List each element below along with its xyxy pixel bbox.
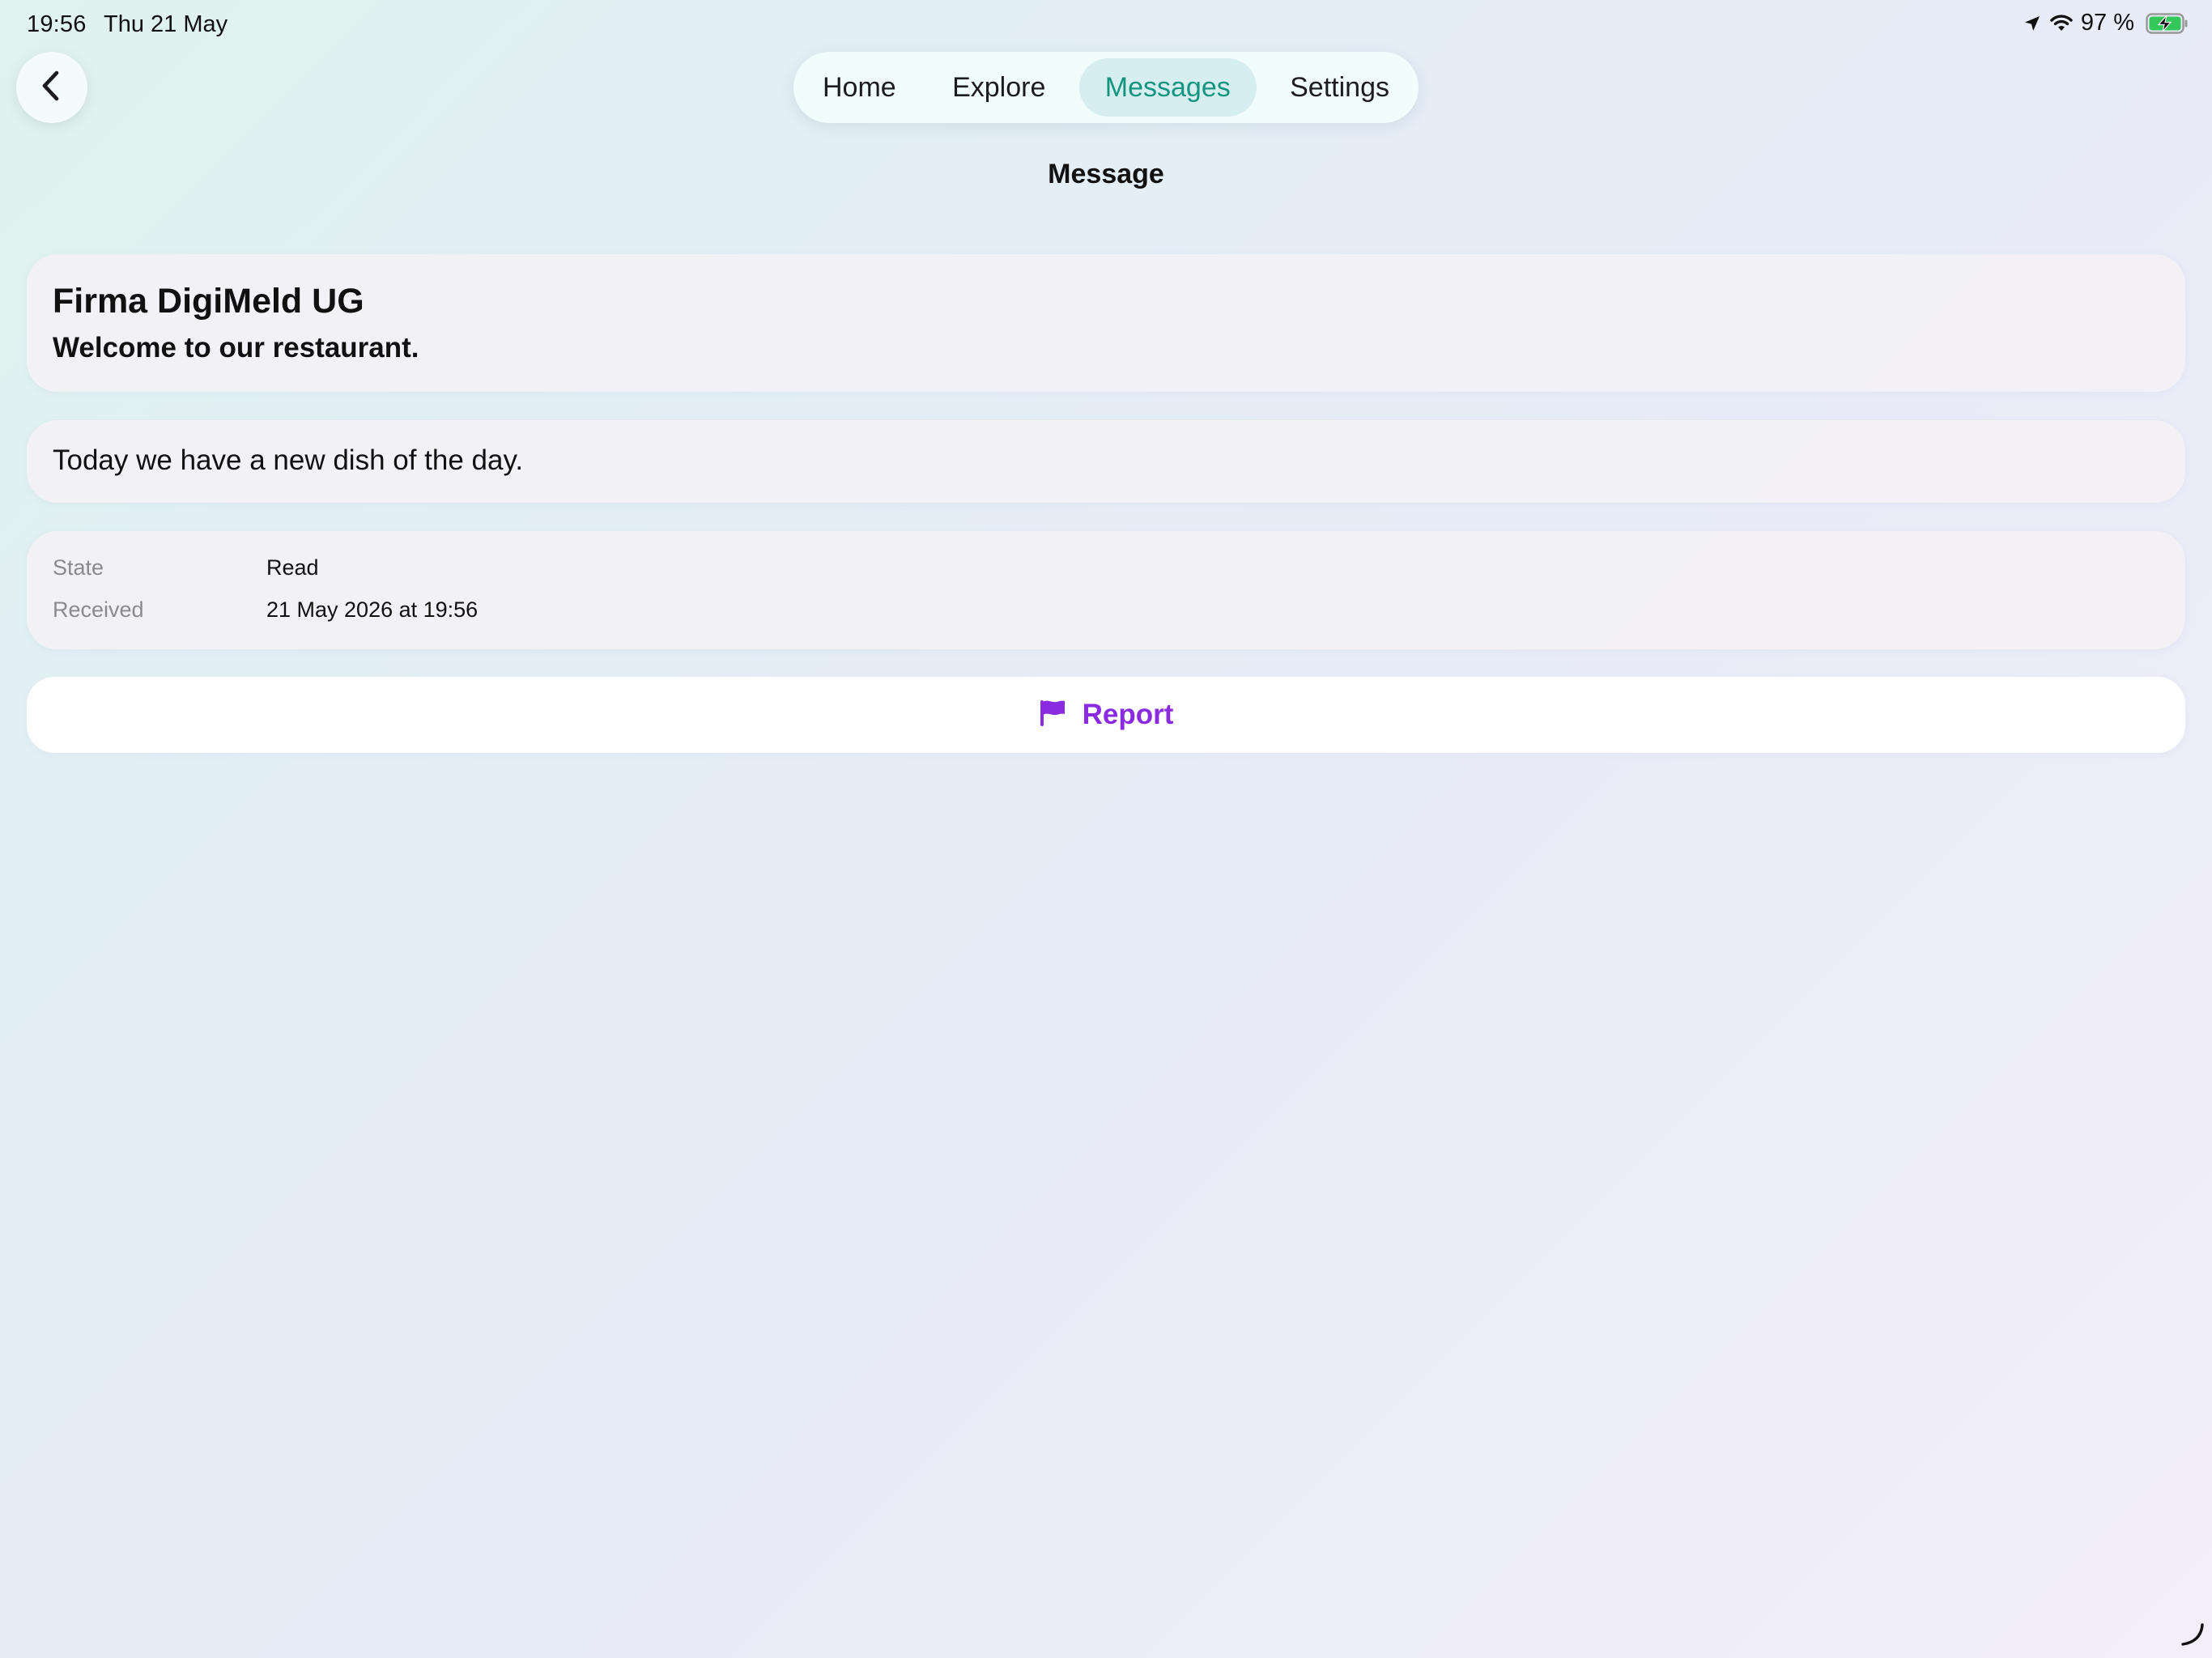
message-details-card: State Read Received 21 May 2026 at 19:56 bbox=[27, 531, 2185, 649]
chevron-left-icon bbox=[36, 68, 68, 108]
tab-home[interactable]: Home bbox=[800, 58, 919, 117]
page-title: Message bbox=[1048, 159, 1164, 189]
status-date: Thu 21 May bbox=[104, 11, 228, 37]
message-sender: Firma DigiMeld UG bbox=[53, 282, 364, 321]
message-subject: Welcome to our restaurant. bbox=[53, 332, 419, 363]
report-button[interactable]: Report bbox=[27, 677, 2185, 753]
battery-charging-icon bbox=[2146, 12, 2189, 34]
report-label: Report bbox=[1082, 699, 1174, 730]
tab-messages[interactable]: Messages bbox=[1078, 58, 1257, 117]
back-button[interactable] bbox=[16, 52, 87, 123]
status-time: 19:56 bbox=[27, 11, 87, 37]
flag-icon bbox=[1039, 699, 1066, 732]
detail-row-received: Received 21 May 2026 at 19:56 bbox=[53, 597, 478, 623]
detail-label: Received bbox=[53, 597, 144, 622]
tab-explore[interactable]: Explore bbox=[929, 58, 1068, 117]
detail-value: Read bbox=[266, 555, 319, 580]
message-body-card: Today we have a new dish of the day. bbox=[27, 420, 2185, 503]
corner-indicator-icon bbox=[2180, 1622, 2206, 1652]
message-body: Today we have a new dish of the day. bbox=[53, 444, 524, 476]
detail-value: 21 May 2026 at 19:56 bbox=[266, 597, 479, 622]
tab-bar: Home Explore Messages Settings bbox=[793, 52, 1419, 123]
status-bar: 19:56 Thu 21 May 97 % bbox=[0, 0, 2212, 52]
tab-settings[interactable]: Settings bbox=[1267, 58, 1412, 117]
wifi-icon bbox=[2048, 14, 2074, 33]
detail-row-state: State Read bbox=[53, 555, 319, 580]
status-indicators: 97 % bbox=[2023, 10, 2189, 36]
message-header-card: Firma DigiMeld UG Welcome to our restaur… bbox=[27, 254, 2185, 392]
battery-percent: 97 % bbox=[2080, 10, 2134, 36]
detail-label: State bbox=[53, 555, 104, 580]
location-arrow-icon bbox=[2023, 14, 2042, 33]
